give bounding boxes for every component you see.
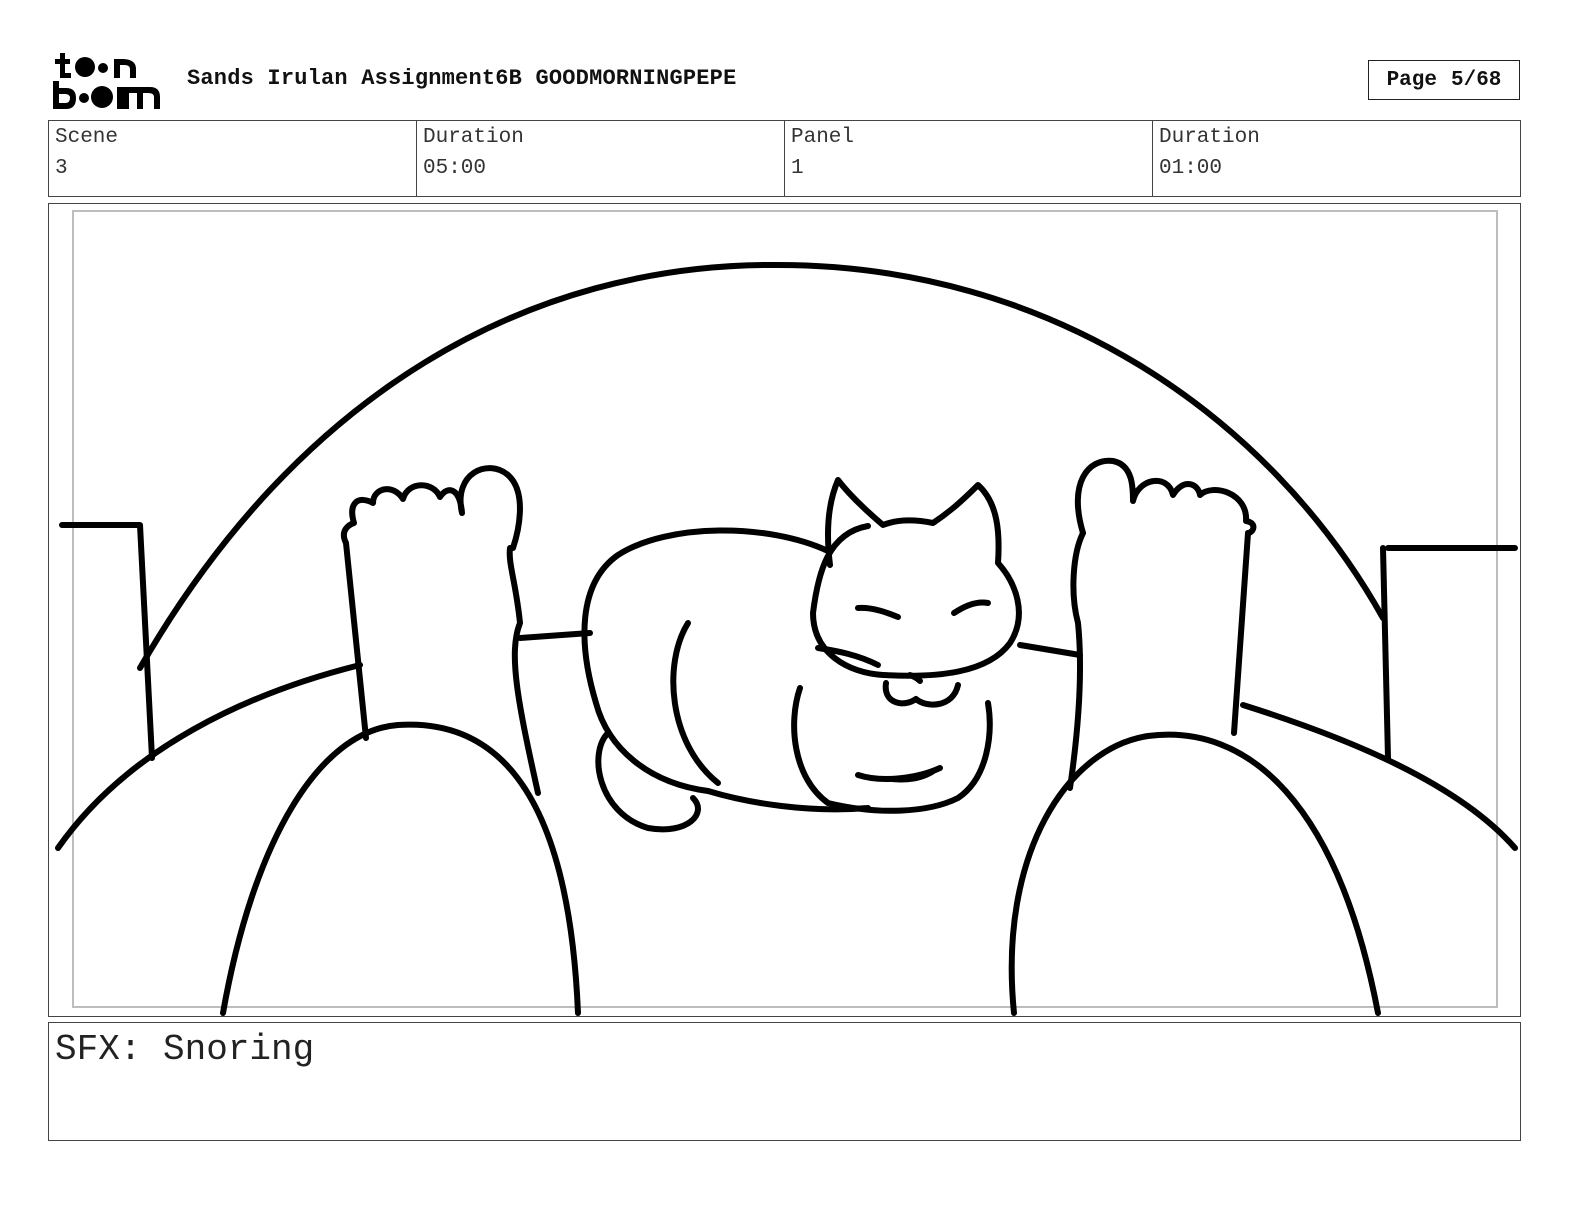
page-indicator: Page 5/68 [1368,60,1520,100]
cat-right-eye [951,599,991,616]
mattress-edge-right [1017,642,1083,658]
left-knee [220,721,581,1016]
scene-value: 3 [55,157,68,180]
mattress-edge-left [517,630,593,641]
cat-chest [791,685,993,814]
document-title: Sands Irulan Assignment6B GOODMORNINGPEP… [187,66,737,91]
panel-duration-cell: Duration 01:00 [1153,121,1520,196]
right-bed-post [1380,545,1518,761]
cat-tail [595,730,701,833]
scene-label: Scene [55,126,119,149]
sfx-caption: SFX: Snoring [55,1029,315,1070]
left-bed-post [59,522,155,761]
left-shin-back [506,545,541,796]
scene-duration-cell: Duration 05:00 [417,121,785,196]
cat-head [810,477,1022,679]
right-shin-back [1067,530,1086,791]
page-number: 5/68 [1451,68,1502,92]
panel-duration-value: 01:00 [1159,157,1223,180]
cat-body [581,527,831,794]
left-foot [340,465,523,551]
cat-cheek-fur [815,645,881,668]
right-foot [1074,457,1257,536]
cat-mouth [882,680,961,708]
toon-boom-logo [53,53,160,109]
cat-left-eye [855,604,901,620]
dialogue-box: SFX: Snoring [48,1022,1521,1141]
panel-value: 1 [791,157,804,180]
headboard-arc [137,261,1386,671]
scene-duration-value: 05:00 [423,157,487,180]
panel-duration-label: Duration [1159,126,1260,149]
cat-front-haunch [670,620,721,786]
scene-duration-label: Duration [423,126,524,149]
scene-info-table: Scene 3 Duration 05:00 Panel 1 Duration … [48,120,1521,197]
blanket-left-edge [55,662,363,851]
storyboard-sketch [55,261,1518,1016]
panel-label: Panel [791,126,855,149]
blanket-right-edge [1240,702,1518,851]
left-shin [343,540,369,741]
right-knee [1008,731,1381,1016]
panel-cell: Panel 1 [785,121,1153,196]
page-label: Page [1386,68,1437,92]
scene-cell: Scene 3 [49,121,417,196]
